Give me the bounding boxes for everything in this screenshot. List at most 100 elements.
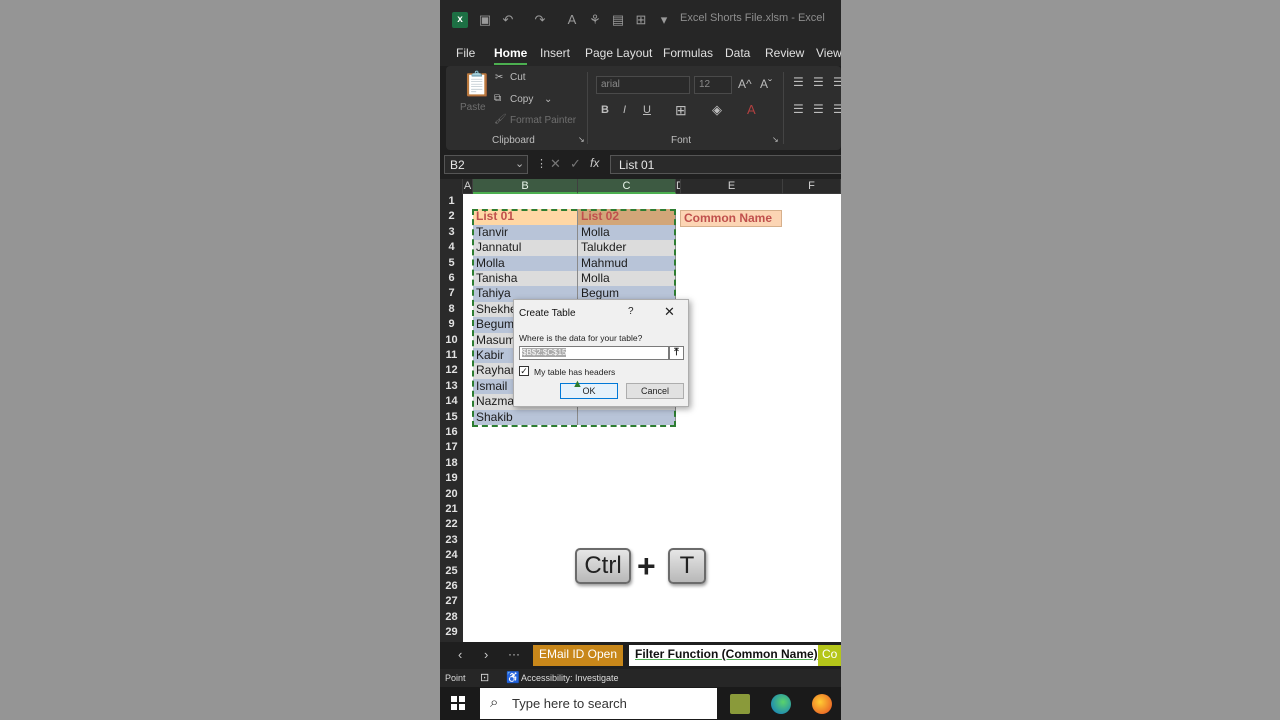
save-icon[interactable]: ▣ [477,12,493,28]
paste-label[interactable]: Paste [460,102,486,113]
table-header-cell[interactable]: List 02 [578,209,676,225]
align-left-icon[interactable]: ☰ [793,102,804,116]
macro-record-icon[interactable]: ⊡ [480,671,489,684]
table-icon[interactable]: ⊞ [633,12,649,28]
table-cell[interactable]: Mahmud [578,255,676,271]
customize-icon[interactable]: ▾ [656,12,672,28]
align-top-icon[interactable]: ☰ [793,75,804,89]
close-icon[interactable]: ✕ [664,304,675,320]
cancel-button[interactable]: Cancel [626,383,684,399]
row-header[interactable]: 19 [440,471,463,486]
cancel-icon[interactable]: ✕ [550,156,561,172]
table-header-cell[interactable]: List 01 [473,209,578,225]
row-header[interactable]: 3 [440,225,463,240]
align-right-icon[interactable]: ☰ [833,102,841,116]
sheet-tab-email[interactable]: EMail ID Open [533,645,624,666]
ok-button[interactable]: OK [560,383,618,399]
font-color-icon[interactable]: A [747,102,756,117]
copy-button[interactable]: Copy [510,94,533,105]
prev-sheet-icon[interactable]: ‹ [458,647,462,662]
undo-icon[interactable]: ↶ [500,12,516,28]
table-cell[interactable]: Molla [473,255,578,271]
row-header[interactable]: 28 [440,610,463,625]
headers-checkbox[interactable]: ✓ [519,366,529,376]
collapse-dialog-icon[interactable]: ⤒ [669,346,684,360]
row-header[interactable]: 6 [440,271,463,286]
sheet-tab-next[interactable]: Co [818,645,841,666]
row-header[interactable]: 13 [440,379,463,394]
table-cell[interactable] [578,409,676,425]
underline-button[interactable]: U [643,104,651,116]
formula-input[interactable]: List 01 [610,155,841,174]
col-b-header[interactable]: B [473,179,578,194]
col-c-header[interactable]: C [578,179,676,194]
row-header[interactable]: 17 [440,440,463,455]
paste-icon[interactable]: 📋 [462,70,492,99]
insert-function-button[interactable]: fx [590,156,599,170]
col-f-header[interactable]: F [783,179,841,194]
row-header[interactable]: 5 [440,256,463,271]
row-header[interactable]: 16 [440,425,463,440]
range-input[interactable]: $B$2:$C$15 [519,346,669,360]
italic-button[interactable]: I [623,104,626,116]
bold-button[interactable]: B [601,104,609,116]
font-family-select[interactable]: arial [596,76,690,94]
menu-formulas[interactable]: Formulas [663,46,713,60]
row-header[interactable]: 20 [440,487,463,502]
edge-browser-icon[interactable] [771,694,791,714]
fill-color-icon[interactable]: ◈ [712,102,722,118]
align-center-icon[interactable]: ☰ [813,102,824,116]
cut-button[interactable]: Cut [510,72,526,83]
menu-insert[interactable]: Insert [540,46,570,60]
align-middle-icon[interactable]: ☰ [813,75,824,89]
accessibility-icon[interactable]: ♿ [506,671,520,684]
row-header[interactable]: 18 [440,456,463,471]
table-cell[interactable]: Tanvir [473,224,578,241]
menu-review[interactable]: Review [765,46,804,60]
menu-page-layout[interactable]: Page Layout [585,46,652,60]
row-header[interactable]: 25 [440,564,463,579]
align-bottom-icon[interactable]: ☰ [833,75,841,89]
row-header[interactable]: 11 [440,348,463,363]
menu-data[interactable]: Data [725,46,750,60]
select-all-corner[interactable] [440,179,463,194]
redo-icon[interactable]: ↷ [532,12,548,28]
form-icon[interactable]: ▤ [610,12,626,28]
help-button[interactable]: ? [628,306,634,317]
grow-font-button[interactable]: A^ [738,77,752,91]
row-header[interactable]: 15 [440,410,463,425]
windows-start-icon[interactable] [451,696,465,710]
format-painter-button[interactable]: Format Painter [510,115,576,126]
chevron-down-icon[interactable]: ⌄ [515,157,524,170]
row-header[interactable]: 24 [440,548,463,563]
enter-icon[interactable]: ✓ [570,156,581,172]
hierarchy-icon[interactable]: ⚘ [587,12,603,28]
common-name-cell[interactable]: Common Name [680,210,782,227]
photos-app-icon[interactable] [730,694,750,714]
table-cell[interactable]: Shakib [473,409,578,425]
table-cell[interactable]: Tanisha [473,271,578,287]
copy-icon[interactable]: ⧉ [494,93,501,104]
table-cell[interactable]: Molla [578,224,676,241]
next-sheet-icon[interactable]: › [484,647,488,662]
font-size-select[interactable]: 12 [694,76,732,94]
menu-view[interactable]: View [816,46,841,60]
row-header[interactable]: 12 [440,363,463,378]
col-e-header[interactable]: E [681,179,783,194]
row-header[interactable]: 26 [440,579,463,594]
menu-file[interactable]: File [456,46,475,60]
borders-icon[interactable]: ⊞ [675,102,687,119]
row-header[interactable]: 22 [440,517,463,532]
font-launcher-icon[interactable]: ↘ [772,135,779,144]
row-header[interactable]: 23 [440,533,463,548]
taskbar-search[interactable]: ⌕ Type here to search [480,688,717,719]
text-icon[interactable]: A [564,12,580,28]
row-header[interactable]: 21 [440,502,463,517]
sheet-tab-filter[interactable]: Filter Function (Common Name) [629,645,824,666]
row-header[interactable]: 8 [440,302,463,317]
accessibility-status[interactable]: Accessibility: Investigate [521,673,619,683]
row-header[interactable]: 29 [440,625,463,640]
cut-icon[interactable]: ✂ [495,72,503,83]
menu-home[interactable]: Home [494,46,528,65]
table-cell[interactable]: Jannatul [473,240,578,256]
